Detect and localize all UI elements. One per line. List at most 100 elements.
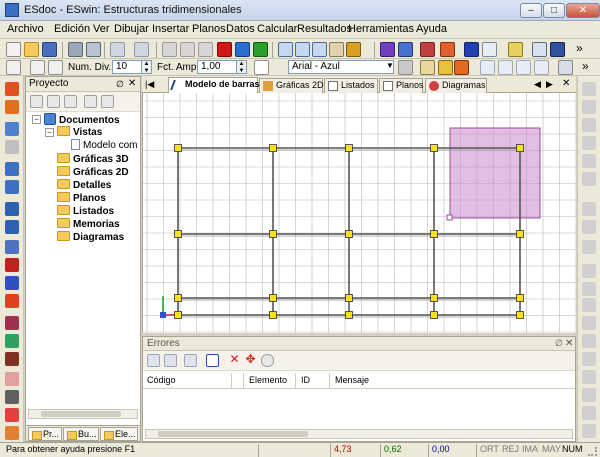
- align-icon[interactable]: [480, 60, 495, 75]
- num-div-spinner[interactable]: ▲ ▼: [142, 60, 152, 74]
- menu-edicion[interactable]: Edición: [54, 23, 90, 35]
- rotate-cw-icon[interactable]: [582, 118, 596, 132]
- new-icon[interactable]: [6, 42, 21, 57]
- move-icon[interactable]: [498, 60, 513, 75]
- tree-item-memorias[interactable]: Memorias: [57, 218, 120, 230]
- font-icon[interactable]: [582, 388, 596, 402]
- tab-diagramas[interactable]: Diagramas: [425, 78, 487, 93]
- tree-item-vistas[interactable]: Vistas: [57, 126, 102, 138]
- menu-datos[interactable]: Datos: [226, 23, 255, 35]
- drawing-canvas[interactable]: [142, 93, 576, 333]
- stretch-icon[interactable]: [582, 298, 596, 312]
- resize-grip-icon[interactable]: [588, 447, 597, 456]
- export-icon[interactable]: [184, 354, 197, 367]
- eraser-icon[interactable]: [482, 42, 497, 57]
- material-icon[interactable]: [5, 334, 19, 348]
- menu-resultados[interactable]: Resultados: [297, 23, 352, 35]
- measure-icon[interactable]: [508, 42, 523, 57]
- pan-hand-icon[interactable]: [329, 42, 344, 57]
- print-icon[interactable]: [68, 42, 83, 57]
- paste-icon[interactable]: [198, 42, 213, 57]
- spring-icon[interactable]: [5, 220, 19, 234]
- snap-icon[interactable]: [30, 60, 45, 75]
- tab-graficas-2d[interactable]: Gráficas 2D: [259, 78, 324, 93]
- rotate-icon[interactable]: [516, 60, 531, 75]
- menu-insertar[interactable]: Insertar: [152, 23, 189, 35]
- align-left-icon[interactable]: [582, 202, 596, 216]
- tree-item-planos[interactable]: Planos: [57, 192, 106, 204]
- pin-icon[interactable]: [464, 42, 479, 57]
- close-document-icon[interactable]: ✕: [562, 78, 570, 89]
- pen-red-icon[interactable]: [5, 258, 19, 272]
- tree-item-diagramas[interactable]: Diagramas: [57, 231, 124, 243]
- tag-icon[interactable]: [582, 352, 596, 366]
- structure-icon[interactable]: [5, 82, 19, 96]
- selection-rectangle[interactable]: [449, 127, 541, 219]
- tree-item-listados[interactable]: Listados: [57, 205, 114, 217]
- zoom-icon[interactable]: [278, 42, 293, 57]
- text-tool-icon[interactable]: [582, 240, 596, 254]
- tab-listados[interactable]: Listados: [324, 78, 378, 93]
- layer-dropdown-icon[interactable]: ▼: [386, 61, 394, 70]
- tree-item-detalles[interactable]: Detalles: [57, 179, 111, 191]
- fct-amp-spinner[interactable]: ▲ ▼: [237, 60, 247, 74]
- redo-icon[interactable]: [134, 42, 149, 57]
- hinge-icon[interactable]: [5, 180, 19, 194]
- dimension-icon[interactable]: [582, 264, 596, 278]
- nodes-icon[interactable]: [380, 42, 395, 57]
- edit-text-icon[interactable]: [582, 406, 596, 420]
- fct-amp-input[interactable]: 1,00: [197, 60, 237, 74]
- toolbar2-overflow-icon[interactable]: »: [582, 59, 589, 73]
- selection-handle[interactable]: [446, 214, 453, 221]
- tabs-first-icon[interactable]: |◀: [145, 79, 154, 90]
- sum-blue-icon[interactable]: [235, 42, 250, 57]
- section-icon[interactable]: [5, 316, 19, 330]
- pencil-icon[interactable]: [420, 42, 435, 57]
- cut-icon[interactable]: [162, 42, 177, 57]
- loads-icon[interactable]: [5, 100, 19, 114]
- close-button[interactable]: ✕: [566, 3, 600, 18]
- move-doc-icon[interactable]: [84, 95, 97, 108]
- insert-icon[interactable]: [420, 60, 435, 75]
- tree-item-documentos[interactable]: Documentos: [44, 113, 120, 126]
- pen-blue-icon[interactable]: [5, 276, 19, 290]
- highlight-icon[interactable]: [438, 60, 453, 75]
- close-errors-icon[interactable]: ✕: [565, 337, 573, 350]
- delete-error-icon[interactable]: ✕: [228, 353, 241, 366]
- warning-icon[interactable]: [582, 172, 596, 186]
- menu-dibujar[interactable]: Dibujar: [114, 23, 149, 35]
- tab-buscar[interactable]: Bu...: [63, 427, 99, 441]
- tab-proyecto[interactable]: Pr...: [28, 427, 62, 441]
- menu-herramientas[interactable]: Herramientas: [348, 23, 414, 35]
- check-icon[interactable]: [253, 42, 268, 57]
- print-preview-icon[interactable]: [86, 42, 101, 57]
- copy-icon[interactable]: [180, 42, 195, 57]
- view-icon[interactable]: [582, 136, 596, 150]
- menu-planos[interactable]: Planos: [192, 23, 226, 35]
- scroll-thumb[interactable]: [41, 411, 121, 417]
- eraser-tool-icon[interactable]: [5, 408, 19, 422]
- column-id[interactable]: ID: [301, 375, 310, 385]
- foundation-icon[interactable]: [5, 352, 19, 366]
- errors-horizontal-scrollbar[interactable]: [145, 429, 573, 439]
- menu-calcular[interactable]: Calcular: [257, 23, 297, 35]
- refresh-icon[interactable]: [101, 95, 114, 108]
- column-codigo[interactable]: Código: [147, 375, 176, 385]
- properties-icon[interactable]: [47, 95, 60, 108]
- scroll-thumb[interactable]: [158, 431, 308, 437]
- zoom-out-icon[interactable]: [312, 42, 327, 57]
- shield-icon[interactable]: [440, 42, 455, 57]
- mirror-icon[interactable]: [534, 60, 549, 75]
- table-icon[interactable]: [558, 60, 573, 75]
- tab-planos[interactable]: Planos: [379, 78, 424, 93]
- zoom-in-icon[interactable]: [295, 42, 310, 57]
- menu-ver[interactable]: Ver: [93, 23, 110, 35]
- project-horizontal-scrollbar[interactable]: [28, 409, 138, 419]
- tree-item-graficas-2d[interactable]: Gráficas 2D: [57, 166, 129, 178]
- maximize-button[interactable]: □: [543, 3, 565, 18]
- close-panel-icon[interactable]: ✕: [128, 77, 136, 91]
- menu-archivo[interactable]: Archivo: [7, 23, 44, 35]
- toolbar-overflow-icon[interactable]: »: [576, 41, 583, 55]
- tab-modelo-de-barras[interactable]: Modelo de barras: [168, 77, 260, 93]
- pin-errors-icon[interactable]: ∅: [555, 337, 563, 350]
